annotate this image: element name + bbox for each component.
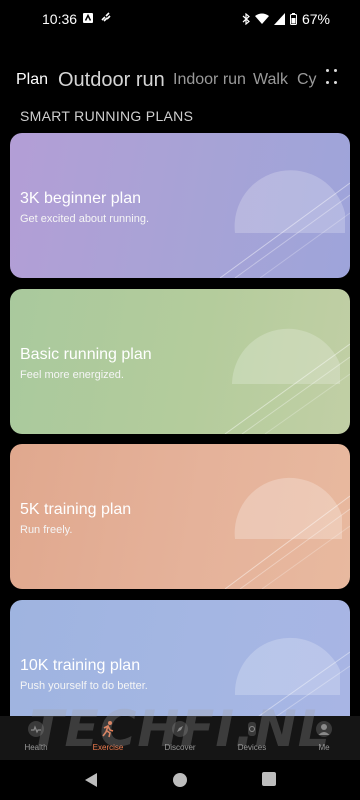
runner-decoration-icon (224, 477, 350, 589)
section-title: SMART RUNNING PLANS (20, 108, 194, 124)
plan-card-5k-training[interactable]: 5K training plan Run freely. (10, 444, 350, 589)
home-icon[interactable] (172, 772, 188, 788)
nav-exercise[interactable]: Exercise (72, 720, 144, 752)
runner-decoration-icon (224, 328, 350, 434)
system-navigation-bar (0, 760, 360, 800)
plan-subtitle: Run freely. (20, 524, 73, 536)
nav-devices[interactable]: Devices (216, 720, 288, 752)
plan-subtitle: Push yourself to do better. (20, 680, 148, 692)
nav-discover[interactable]: Discover (144, 720, 216, 752)
runner-decoration-icon (219, 170, 350, 278)
nav-label: Health (24, 743, 48, 752)
tab-plan[interactable]: Plan (16, 62, 48, 98)
plan-subtitle: Get excited about running. (20, 213, 150, 225)
bottom-navigation: Health Exercise Discover Devices Me (0, 716, 360, 760)
link-icon (101, 12, 111, 22)
nav-label: Exercise (92, 743, 124, 752)
app-notification-icon (83, 13, 93, 23)
status-system-icons: 67% (242, 11, 330, 27)
exercise-icon (102, 721, 114, 738)
nav-me[interactable]: Me (288, 720, 360, 752)
nav-label: Me (318, 743, 330, 752)
battery-percentage: 67% (301, 11, 330, 27)
bluetooth-icon (242, 13, 250, 25)
wifi-icon (254, 13, 269, 24)
back-icon[interactable] (84, 772, 98, 788)
plan-title: 10K training plan (20, 657, 141, 674)
nav-label: Discover (164, 743, 196, 752)
exercise-tabs: Plan Outdoor run Indoor run Walk Cy (0, 62, 360, 98)
status-bar: 10:36 67% (0, 0, 360, 40)
plan-subtitle: Feel more energized. (20, 369, 124, 381)
tab-outdoor-run[interactable]: Outdoor run (58, 62, 165, 98)
tab-cycling[interactable]: Cy (297, 62, 317, 98)
discover-icon (172, 721, 188, 737)
nav-health[interactable]: Health (0, 720, 72, 752)
more-tabs-button[interactable] (324, 66, 340, 88)
status-notification-icons (82, 12, 112, 24)
tab-indoor-run[interactable]: Indoor run (173, 62, 246, 98)
recents-icon[interactable] (262, 772, 276, 786)
dot-icon (326, 69, 329, 72)
plan-title: 3K beginner plan (20, 190, 141, 207)
plan-title: Basic running plan (20, 346, 152, 363)
devices-icon (248, 722, 256, 736)
plan-card-3k-beginner[interactable]: 3K beginner plan Get excited about runni… (10, 133, 350, 278)
profile-icon (316, 721, 332, 737)
plan-card-basic-running[interactable]: Basic running plan Feel more energized. (10, 289, 350, 434)
plan-title: 5K training plan (20, 501, 132, 518)
battery-icon (289, 13, 297, 25)
status-time: 10:36 (42, 11, 78, 27)
signal-icon (273, 13, 285, 25)
dot-icon (326, 81, 329, 84)
tab-walk[interactable]: Walk (253, 62, 288, 98)
nav-label: Devices (237, 743, 267, 752)
dot-icon (334, 81, 337, 84)
dot-icon (334, 69, 337, 72)
health-icon (28, 721, 44, 737)
